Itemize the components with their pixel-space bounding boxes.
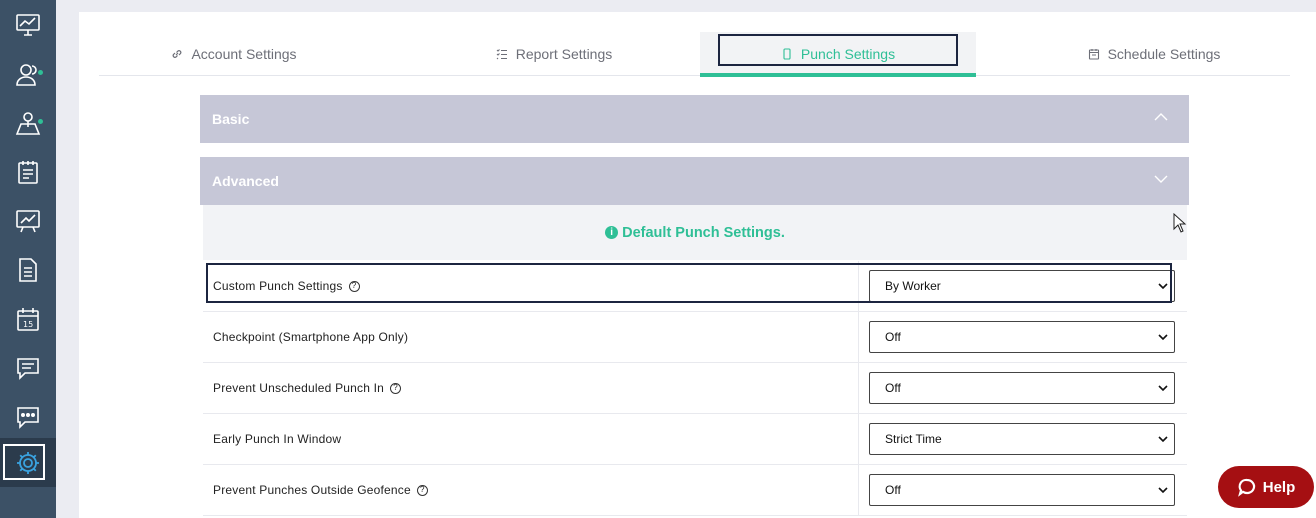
tab-schedule-settings[interactable]: Schedule Settings <box>1019 32 1289 76</box>
status-dot <box>38 119 43 124</box>
tab-report-settings[interactable]: Report Settings <box>409 32 699 76</box>
prevent-unscheduled-punch-select[interactable]: Off <box>869 372 1175 404</box>
sidebar-nav: 15 <box>0 0 56 518</box>
question-icon[interactable]: ? <box>390 382 402 394</box>
calendar-icon: 15 <box>17 307 39 331</box>
help-label: Help <box>1262 478 1296 496</box>
chevron-down-icon <box>1158 487 1168 494</box>
select-value: Strict Time <box>885 432 942 446</box>
section-title: Basic <box>212 111 250 127</box>
trend-chart-icon <box>16 209 40 232</box>
chevron-up-icon <box>1154 113 1168 121</box>
sidebar-item-schedule[interactable]: 15 <box>0 294 56 343</box>
tab-account-settings[interactable]: Account Settings <box>99 32 369 76</box>
tab-label: Report Settings <box>515 46 613 62</box>
checkpoint-select[interactable]: Off <box>869 321 1175 353</box>
sidebar-item-settings[interactable] <box>0 438 56 487</box>
section-advanced-header[interactable]: Advanced <box>200 157 1189 205</box>
checklist-icon <box>496 49 507 60</box>
setting-row: Prevent Unscheduled Punch In ? Off <box>203 363 1187 414</box>
map-user-icon <box>15 111 41 135</box>
select-value: Off <box>885 381 901 395</box>
setting-label-cell: Early Punch In Window <box>203 414 859 464</box>
custom-punch-settings-select[interactable]: By Worker <box>869 270 1175 302</box>
setting-label: Early Punch In Window <box>213 432 342 446</box>
users-icon <box>16 63 37 86</box>
geofence-select[interactable]: Off <box>869 474 1175 506</box>
sidebar-item-chat[interactable] <box>0 392 56 441</box>
question-icon[interactable]: ? <box>416 484 428 496</box>
setting-row: Checkpoint (Smartphone App Only) Off <box>203 312 1187 363</box>
info-icon: i <box>605 226 619 239</box>
chevron-down-icon <box>1158 436 1168 443</box>
setting-label: Prevent Unscheduled Punch In <box>213 381 385 395</box>
setting-label-cell: Custom Punch Settings ? <box>203 261 859 311</box>
tab-label: Account Settings <box>191 46 297 62</box>
setting-row: Early Punch In Window Strict Time <box>203 414 1187 465</box>
question-icon[interactable]: ? <box>348 280 360 292</box>
early-punch-window-select[interactable]: Strict Time <box>869 423 1175 455</box>
active-tab-indicator <box>700 73 976 77</box>
notice-text: Default Punch Settings. <box>622 224 785 241</box>
chat-dots-icon <box>17 406 39 429</box>
chevron-down-icon <box>1158 385 1168 392</box>
chevron-down-icon <box>1158 283 1168 290</box>
advanced-section-body: i Default Punch Settings. Custom Punch S… <box>203 205 1187 518</box>
default-settings-notice: i Default Punch Settings. <box>203 205 1187 260</box>
section-basic-header[interactable]: Basic <box>200 95 1189 143</box>
link-icon <box>173 50 182 58</box>
setting-label: Custom Punch Settings <box>213 279 343 293</box>
svg-text:15: 15 <box>23 320 33 329</box>
mouse-cursor-icon <box>1173 213 1187 233</box>
help-button[interactable]: Help <box>1218 466 1314 508</box>
tab-label: Schedule Settings <box>1107 46 1221 62</box>
chevron-down-icon <box>1158 334 1168 341</box>
clipboard-icon <box>18 160 38 184</box>
calendar-icon <box>1088 49 1099 60</box>
focus-outline <box>3 444 45 480</box>
sidebar-item-messages[interactable] <box>0 343 56 392</box>
sidebar-item-dashboard[interactable] <box>0 0 56 49</box>
setting-row: Custom Punch Settings ? By Worker <box>203 261 1187 312</box>
setting-label-cell: Checkpoint (Smartphone App Only) <box>203 312 859 362</box>
chat-icon <box>17 357 39 380</box>
setting-label-cell: Prevent Punches Outside Geofence ? <box>203 465 859 515</box>
setting-label: Checkpoint (Smartphone App Only) <box>213 330 409 344</box>
tab-label: Punch Settings <box>800 46 896 62</box>
sidebar-item-workers[interactable] <box>0 49 56 98</box>
setting-label: Prevent Punches Outside Geofence <box>213 483 411 497</box>
setting-label-cell: Prevent Unscheduled Punch In ? <box>203 363 859 413</box>
sidebar-item-timesheets[interactable] <box>0 147 56 196</box>
section-title: Advanced <box>212 173 279 189</box>
sidebar-item-reports[interactable] <box>0 196 56 245</box>
tab-punch-settings[interactable]: Punch Settings <box>700 32 976 77</box>
status-dot <box>38 70 43 75</box>
sidebar-item-documents[interactable] <box>0 245 56 294</box>
setting-row: Prevent Punches Outside Geofence ? Off <box>203 465 1187 516</box>
monitor-chart-icon <box>16 13 40 36</box>
sidebar-item-locations[interactable] <box>0 98 56 147</box>
select-value: By Worker <box>885 279 941 293</box>
chat-bubble-icon <box>1237 478 1255 497</box>
select-value: Off <box>885 483 901 497</box>
chevron-down-icon <box>1154 175 1168 183</box>
settings-tabs: Account Settings Report Settings Punch S… <box>99 32 1290 77</box>
document-icon <box>19 257 37 282</box>
select-value: Off <box>885 330 901 344</box>
